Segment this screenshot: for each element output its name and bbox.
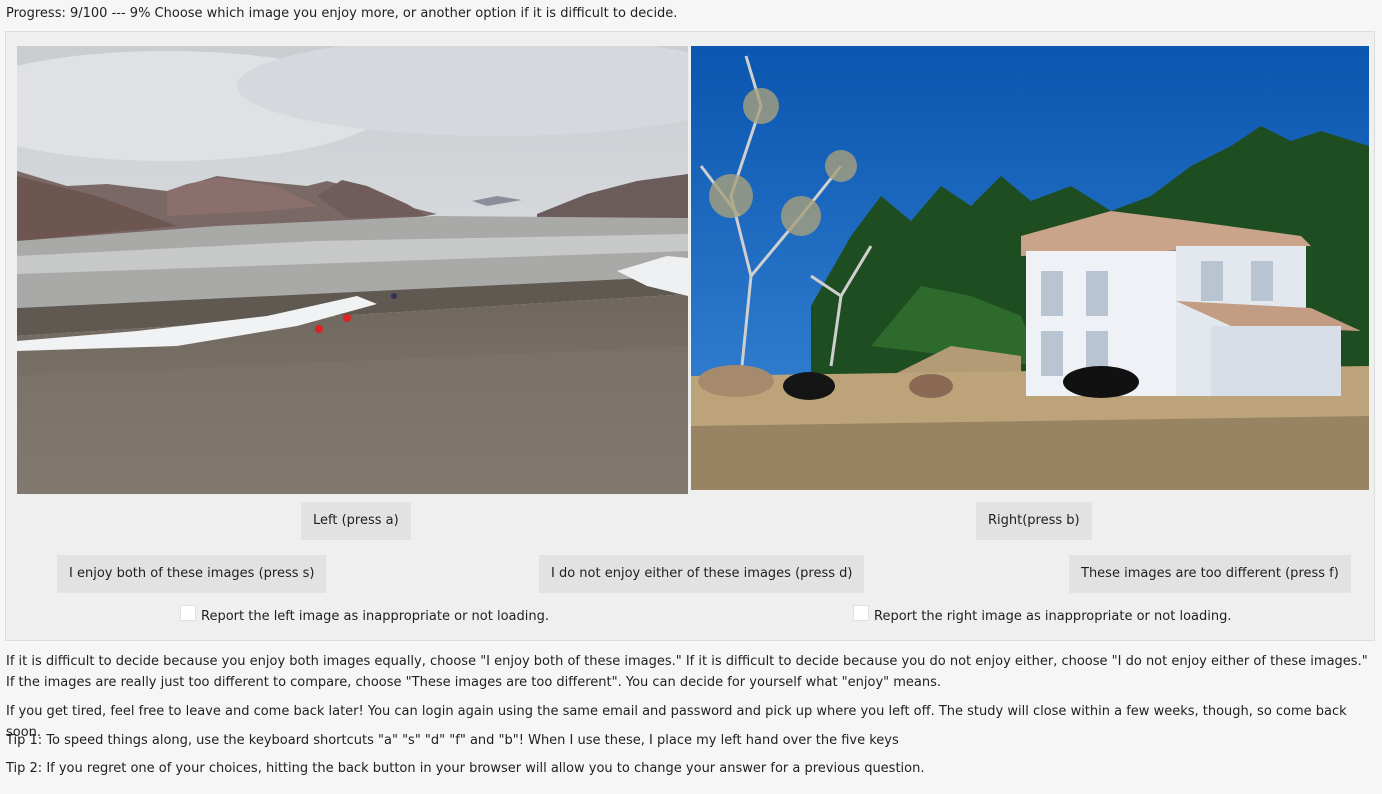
right-image[interactable]	[691, 46, 1369, 490]
report-left-checkbox[interactable]	[180, 604, 196, 621]
report-left-label: Report the left image as inappropriate o…	[201, 609, 549, 624]
report-left-checkbox-row[interactable]: Report the left image as inappropriate o…	[180, 604, 549, 624]
too-different-button[interactable]: These images are too different (press f)	[1069, 555, 1351, 593]
report-right-checkbox[interactable]	[853, 604, 869, 621]
tip-1-text: Tip 1: To speed things along, use the ke…	[6, 733, 899, 748]
report-right-label: Report the right image as inappropriate …	[874, 609, 1232, 624]
enjoy-neither-button[interactable]: I do not enjoy either of these images (p…	[539, 555, 865, 593]
comparison-panel: Left (press a) Right(press b) I enjoy bo…	[5, 31, 1375, 641]
progress-text: Progress: 9/100 --- 9% Choose which imag…	[6, 6, 678, 21]
left-image[interactable]	[17, 46, 688, 494]
right-choice-button[interactable]: Right(press b)	[976, 502, 1092, 540]
enjoy-both-button[interactable]: I enjoy both of these images (press s)	[57, 555, 327, 593]
tip-2-text: Tip 2: If you regret one of your choices…	[6, 761, 925, 776]
farmhouse-photo-icon	[691, 46, 1369, 490]
left-choice-button[interactable]: Left (press a)	[301, 502, 411, 540]
instructions-paragraph-1: If it is difficult to decide because you…	[6, 654, 1368, 690]
landscape-photo-icon	[17, 46, 688, 494]
report-right-checkbox-row[interactable]: Report the right image as inappropriate …	[853, 604, 1232, 624]
